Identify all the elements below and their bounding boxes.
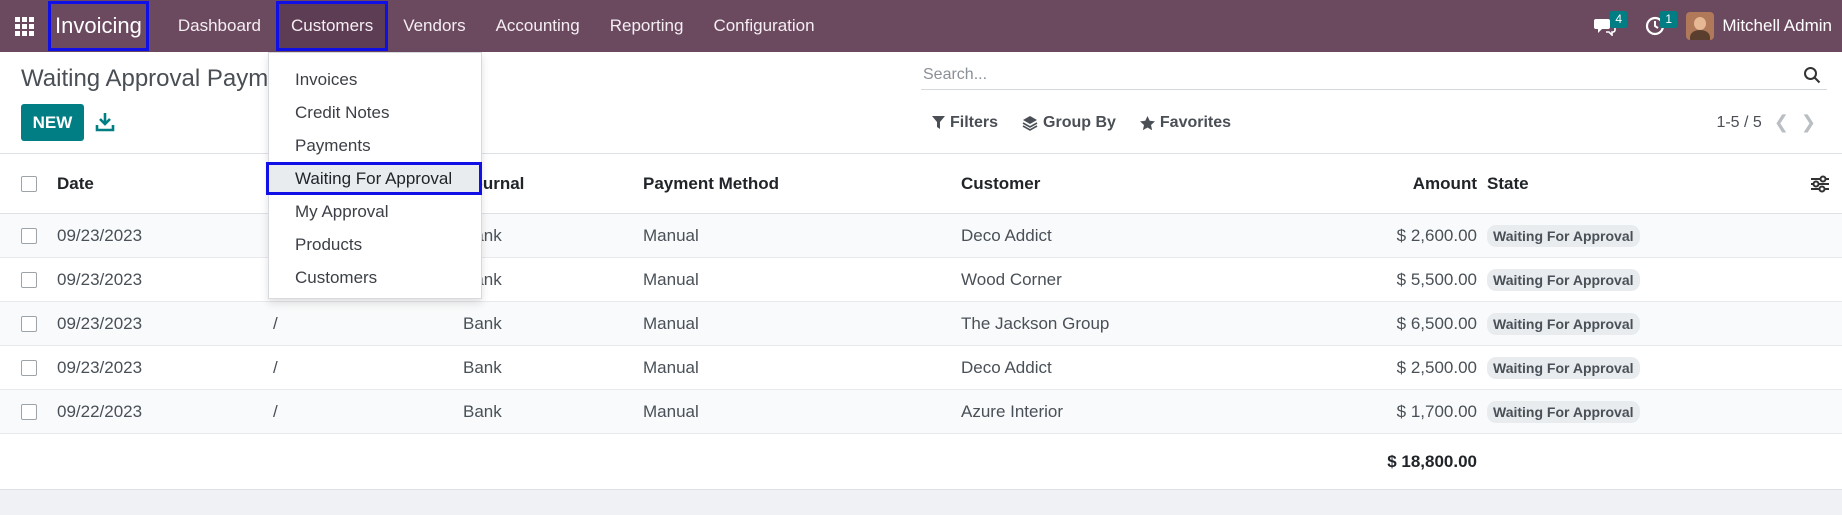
dropdown-item-waiting-for-approval[interactable]: Waiting For Approval [266, 162, 482, 195]
menu-configuration[interactable]: Configuration [698, 1, 829, 51]
table-row[interactable]: 09/23/2023 / Bank Manual Deco Addict $ 2… [0, 346, 1842, 390]
table-row[interactable]: 09/23/2023 / Bank Manual The Jackson Gro… [0, 302, 1842, 346]
cell-customer: Deco Addict [961, 225, 1052, 245]
col-amount[interactable]: Amount [1413, 154, 1477, 213]
total-amount: $ 18,800.00 [1387, 451, 1477, 471]
group-by-label: Group By [1043, 114, 1116, 131]
messages-badge: 4 [1610, 11, 1628, 28]
table-row[interactable]: 09/22/2023 / Bank Manual Azure Interior … [0, 390, 1842, 434]
activities-button[interactable]: 1 [1630, 0, 1680, 52]
user-menu[interactable]: Mitchell Admin [1680, 12, 1842, 40]
search-bar [921, 60, 1827, 90]
cell-method: Manual [643, 225, 699, 245]
search-icon[interactable] [1803, 66, 1821, 84]
cell-customer: Azure Interior [961, 401, 1064, 421]
cell-journal: Bank [463, 401, 502, 421]
cell-journal: Bank [463, 313, 502, 333]
pager-value[interactable]: 1-5 / 5 [1716, 114, 1761, 132]
menu-vendors[interactable]: Vendors [388, 1, 480, 51]
cell-method: Manual [643, 269, 699, 289]
status-badge: Waiting For Approval [1487, 312, 1640, 335]
row-checkbox[interactable] [21, 359, 37, 376]
cell-method: Manual [643, 357, 699, 377]
cell-date: 09/23/2023 [57, 313, 143, 333]
menu-customers[interactable]: Customers [276, 1, 389, 51]
search-input[interactable] [921, 65, 1781, 84]
pager: 1-5 / 5 ❮ ❯ [1716, 112, 1816, 133]
page-title: Waiting Approval Payments [21, 65, 271, 92]
status-badge: Waiting For Approval [1487, 400, 1640, 423]
apps-menu-icon[interactable] [0, 0, 48, 52]
status-badge: Waiting For Approval [1487, 224, 1640, 247]
filters-label: Filters [950, 114, 999, 131]
cell-customer: Wood Corner [961, 269, 1062, 289]
cell-amount: $ 5,500.00 [1396, 269, 1477, 289]
filters-button[interactable]: Filters [932, 114, 998, 132]
table-total-row: $ 18,800.00 [0, 434, 1842, 490]
dropdown-item-payments[interactable]: Payments [269, 129, 481, 162]
cell-date: 09/22/2023 [57, 401, 143, 421]
cell-journal: Bank [463, 357, 502, 377]
cell-date: 09/23/2023 [57, 225, 143, 245]
filter-icon [932, 116, 945, 129]
cell-amount: $ 2,500.00 [1396, 357, 1477, 377]
top-navbar: Invoicing Dashboard Customers Vendors Ac… [0, 0, 1842, 52]
favorites-button[interactable]: Favorites [1139, 114, 1232, 132]
dropdown-item-credit-notes[interactable]: Credit Notes [269, 96, 481, 129]
status-badge: Waiting For Approval [1487, 356, 1640, 379]
customers-dropdown: Invoices Credit Notes Payments Waiting F… [266, 52, 482, 299]
menu-accounting[interactable]: Accounting [481, 1, 595, 51]
activities-badge: 1 [1660, 11, 1678, 28]
new-button[interactable]: NEW [21, 104, 84, 141]
cell-method: Manual [643, 313, 699, 333]
cell-number: / [273, 357, 278, 377]
dropdown-item-my-approval[interactable]: My Approval [269, 195, 481, 228]
cell-amount: $ 1,700.00 [1396, 401, 1477, 421]
row-checkbox[interactable] [21, 271, 37, 288]
chevron-right-icon[interactable]: ❯ [1801, 112, 1816, 133]
dropdown-item-products[interactable]: Products [269, 228, 481, 261]
layers-icon [1022, 116, 1038, 131]
col-state[interactable]: State [1487, 154, 1529, 213]
cell-method: Manual [643, 401, 699, 421]
col-customer[interactable]: Customer [961, 154, 1040, 213]
status-badge: Waiting For Approval [1487, 268, 1640, 291]
cell-number: / [273, 401, 278, 421]
col-payment-method[interactable]: Payment Method [643, 154, 779, 213]
col-date[interactable]: Date [57, 154, 94, 213]
user-name: Mitchell Admin [1722, 16, 1832, 35]
app-name-link[interactable]: Invoicing [48, 1, 149, 51]
row-checkbox[interactable] [21, 315, 37, 332]
avatar [1686, 12, 1715, 40]
group-by-button[interactable]: Group By [1022, 114, 1116, 132]
favorites-label: Favorites [1159, 114, 1232, 131]
row-checkbox[interactable] [21, 403, 37, 420]
cell-customer: Deco Addict [961, 357, 1052, 377]
chevron-left-icon[interactable]: ❮ [1774, 112, 1789, 133]
cell-amount: $ 2,600.00 [1396, 225, 1477, 245]
search-options: Filters Group By Favorites [932, 114, 1231, 132]
cell-amount: $ 6,500.00 [1396, 313, 1477, 333]
select-all-checkbox[interactable] [21, 175, 37, 192]
cell-customer: The Jackson Group [961, 313, 1110, 333]
cell-date: 09/23/2023 [57, 357, 143, 377]
cell-number: / [273, 313, 278, 333]
menu-dashboard[interactable]: Dashboard [163, 1, 276, 51]
menu-reporting[interactable]: Reporting [595, 1, 699, 51]
dropdown-item-invoices[interactable]: Invoices [269, 63, 481, 96]
download-icon[interactable] [95, 110, 115, 134]
row-checkbox[interactable] [21, 227, 37, 244]
cell-date: 09/23/2023 [57, 269, 143, 289]
optional-columns-icon[interactable] [1810, 175, 1830, 193]
star-icon [1139, 115, 1155, 130]
messages-button[interactable]: 4 [1580, 0, 1630, 52]
dropdown-item-customers[interactable]: Customers [269, 261, 481, 294]
